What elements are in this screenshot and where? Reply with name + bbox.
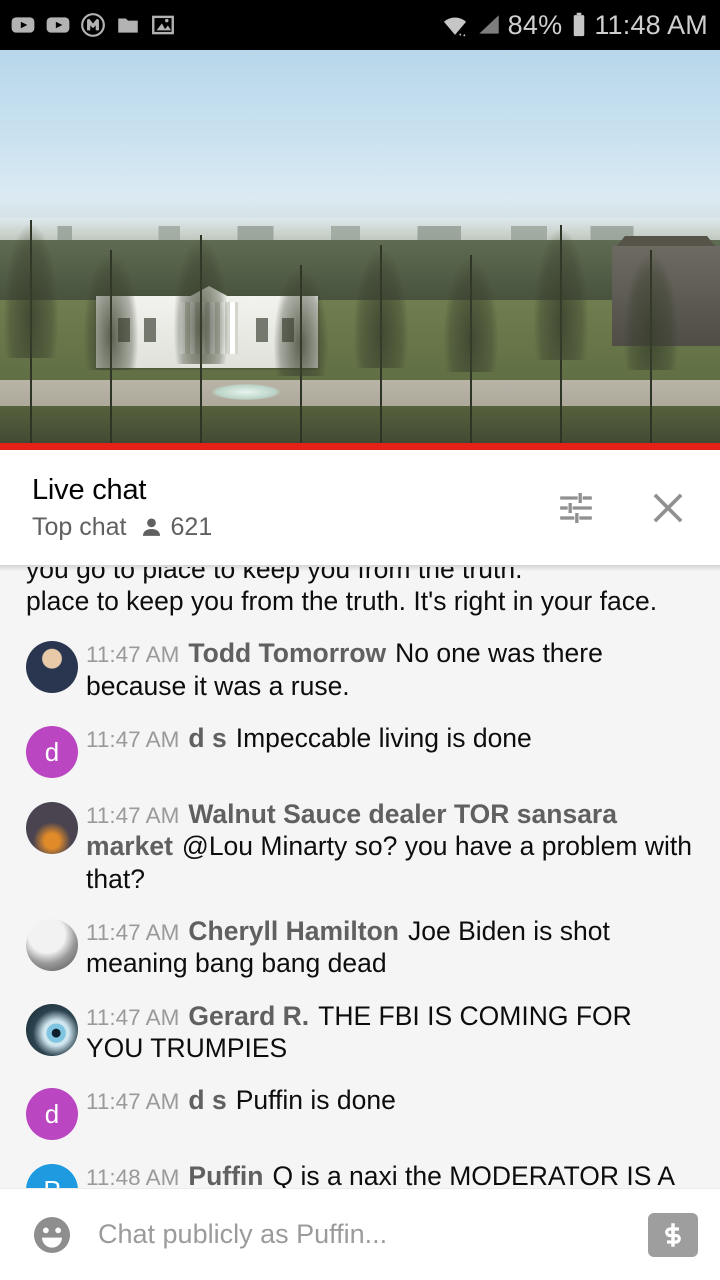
- white-house-window: [256, 318, 268, 342]
- youtube-icon: [11, 17, 35, 33]
- sky-background: [0, 50, 720, 240]
- emoji-picker-button[interactable]: [26, 1209, 78, 1261]
- avatar[interactable]: [26, 918, 78, 971]
- chat-message-body: 11:48 AM Puffin Q is a naxi the MODERATOR …: [86, 1158, 694, 1188]
- message-text: Impeccable living is done: [235, 722, 532, 753]
- avatar-initial: d: [44, 1099, 60, 1130]
- fountain: [212, 384, 280, 400]
- message-timestamp: 11:47 AM: [86, 1089, 180, 1115]
- status-bar-notification-icons: [10, 12, 176, 38]
- chat-message[interactable]: d 11:47 AM d s Impeccable living is done: [0, 720, 720, 778]
- chat-message[interactable]: 11:47 AM Walnut Sauce dealer TOR sansara …: [0, 796, 720, 895]
- tree: [444, 255, 498, 450]
- message-author[interactable]: Cheryll Hamilton: [188, 916, 399, 946]
- youtube-live-chat-screen: 84% 11:48 AM Live chat Top chat 621 you …: [0, 0, 720, 1280]
- live-chat-header: Live chat Top chat 621: [0, 450, 720, 565]
- message-timestamp: 11:48 AM: [86, 1165, 180, 1188]
- close-icon: [653, 493, 683, 522]
- clipped-message-line1: you go to place to keep you from the tru…: [26, 567, 523, 584]
- video-player[interactable]: [0, 50, 720, 450]
- message-author[interactable]: Todd Tomorrow: [188, 638, 386, 668]
- tree: [534, 225, 588, 450]
- chat-message-body: 11:47 AM Walnut Sauce dealer TOR sansara …: [86, 796, 694, 895]
- avatar[interactable]: P: [26, 1164, 78, 1188]
- live-chat-subheader: Top chat 621: [32, 513, 554, 542]
- avatar[interactable]: d: [26, 725, 78, 778]
- message-timestamp: 11:47 AM: [86, 802, 180, 828]
- live-chat-header-text: Live chat Top chat 621: [32, 473, 554, 542]
- status-bar-system-indicators: 84% 11:48 AM: [440, 11, 708, 39]
- signal-icon: [478, 15, 499, 34]
- chat-input-bar: [0, 1188, 720, 1280]
- viewer-count-group: 621: [139, 513, 213, 542]
- battery-percentage: 84%: [507, 9, 563, 40]
- viewer-count: 621: [170, 513, 213, 542]
- tree: [274, 265, 328, 450]
- message-author[interactable]: d s: [188, 723, 226, 753]
- chat-message[interactable]: 11:47 AM Cheryll Hamilton Joe Biden is sho…: [0, 913, 720, 980]
- white-house-window: [144, 318, 156, 342]
- emoji-smiley-icon: [33, 1216, 71, 1253]
- tree: [624, 250, 678, 450]
- clipped-message-visible-line: place to keep you from the truth. It's r…: [26, 586, 658, 616]
- close-chat-button[interactable]: [646, 486, 690, 530]
- avatar[interactable]: [26, 1003, 78, 1056]
- message-timestamp: 11:47 AM: [86, 919, 180, 945]
- message-author[interactable]: Gerard R.: [188, 1001, 309, 1031]
- tree: [354, 245, 408, 450]
- clipped-message-top: you go to place to keep you from the tru…: [0, 567, 720, 585]
- youtube-icon: [46, 17, 70, 33]
- tree: [84, 250, 138, 450]
- tune-icon: [560, 492, 592, 523]
- avatar[interactable]: [26, 641, 78, 694]
- message-author[interactable]: d s: [188, 1085, 226, 1115]
- avatar[interactable]: d: [26, 1088, 78, 1141]
- chat-message[interactable]: P 11:48 AMPuffinQ is a naxi the MODERATO…: [0, 1158, 720, 1188]
- message-timestamp: 11:47 AM: [86, 1004, 180, 1030]
- avatar[interactable]: [26, 801, 78, 854]
- chat-settings-button[interactable]: [554, 486, 598, 530]
- super-chat-button[interactable]: [648, 1212, 698, 1257]
- message-author[interactable]: Puffin: [188, 1161, 263, 1188]
- dollar-icon: [665, 1222, 681, 1247]
- avatar-initial: P: [43, 1177, 60, 1188]
- chat-message-body: 11:47 AM Cheryll Hamilton Joe Biden is sho…: [86, 913, 694, 980]
- battery-icon: [574, 12, 585, 37]
- wifi-icon: [443, 17, 466, 37]
- tree: [174, 235, 228, 450]
- circle-m-icon: [81, 13, 105, 37]
- message-text: Puffin is done: [235, 1085, 396, 1116]
- chat-message[interactable]: 11:47 AM Gerard R. THE FBI IS COMING FOR Y…: [0, 998, 720, 1065]
- video-progress-bar[interactable]: [0, 443, 720, 450]
- chat-message[interactable]: 11:47 AM Todd Tomorrow No one was there be…: [0, 635, 720, 702]
- tree: [4, 220, 58, 450]
- chat-message-body: 11:47 AM d s Puffin is done: [86, 1082, 694, 1140]
- page-title: Live chat: [32, 473, 147, 506]
- chat-message-body: 11:47 AM Todd Tomorrow No one was there be…: [86, 635, 694, 702]
- chat-message[interactable]: d 11:47 AM d s Puffin is done: [0, 1082, 720, 1141]
- chat-mode-label[interactable]: Top chat: [32, 513, 127, 542]
- avatar-initial: d: [44, 736, 60, 767]
- chat-input[interactable]: [78, 1219, 648, 1250]
- chat-message-body: 11:47 AM Gerard R. THE FBI IS COMING FOR Y…: [86, 998, 694, 1065]
- message-timestamp: 11:47 AM: [86, 642, 180, 668]
- message-text: @Lou Minarty so? you have a problem with…: [86, 831, 692, 894]
- chat-message-body: 11:47 AM d s Impeccable living is done: [86, 720, 694, 778]
- message-timestamp: 11:47 AM: [86, 726, 180, 752]
- folder-icon: [118, 18, 138, 33]
- live-chat-message-list[interactable]: you go to place to keep you from the tru…: [0, 565, 720, 1188]
- status-bar-clock: 11:48 AM: [594, 9, 708, 40]
- image-icon: [152, 15, 174, 35]
- status-bar: 84% 11:48 AM: [0, 0, 720, 50]
- live-chat-header-actions: [554, 486, 698, 530]
- person-icon: [142, 518, 160, 536]
